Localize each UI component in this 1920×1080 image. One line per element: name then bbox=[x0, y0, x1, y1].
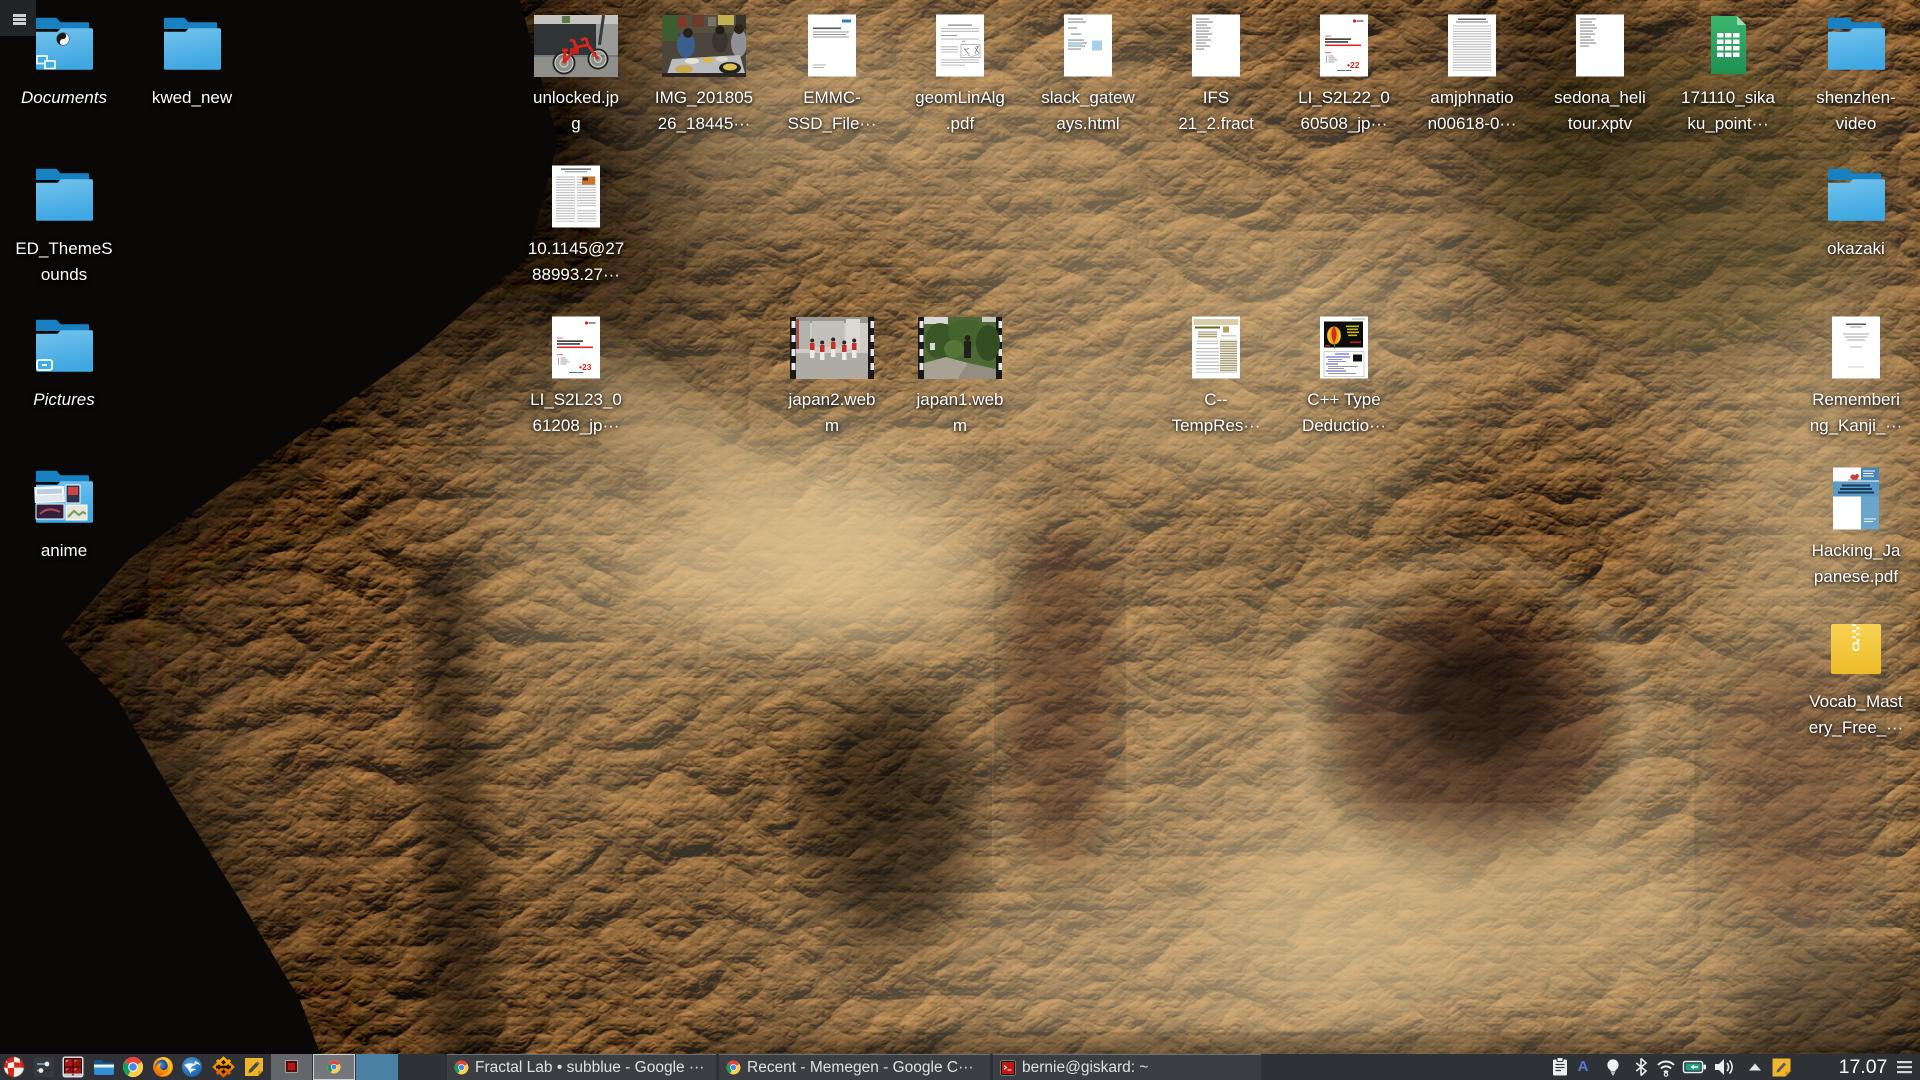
svg-text:•22: •22 bbox=[1347, 60, 1360, 70]
svg-text:•23: •23 bbox=[579, 362, 592, 372]
